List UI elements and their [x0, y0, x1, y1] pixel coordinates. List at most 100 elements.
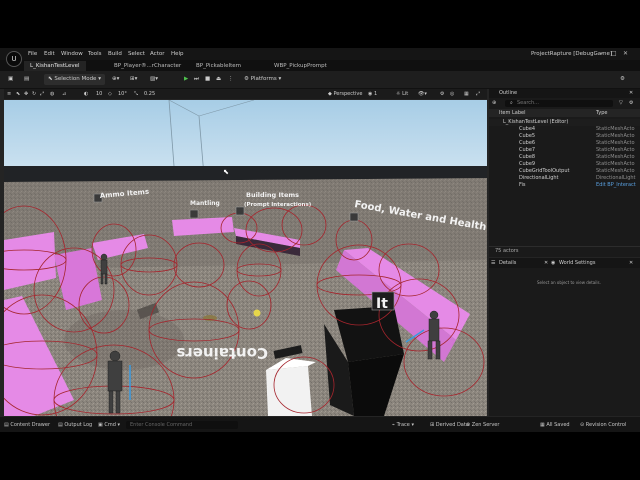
outliner-row[interactable]: Fis Edit BP_Interact [489, 182, 640, 189]
tab-world-settings[interactable]: World Settings [559, 260, 595, 266]
scale-snap-value[interactable]: 0.25 [144, 90, 155, 98]
select-tool-icon[interactable]: ⬉ [16, 90, 20, 98]
realtime-icon[interactable]: ⚙ [440, 90, 444, 98]
scale-tool-icon[interactable]: ⤢ [40, 90, 44, 98]
actor-name: Cube8 [519, 154, 536, 160]
grid-snap-icon[interactable]: ◐ [84, 90, 88, 98]
column-item-label[interactable]: Item Label [499, 110, 525, 116]
sky [4, 100, 487, 166]
save-icon[interactable]: ▣ [8, 74, 13, 85]
menu-build[interactable]: Build [108, 51, 122, 57]
root-label: L_KishanTestLevel (Editor) [503, 119, 569, 125]
content-drawer-button[interactable]: ▤ Content Drawer [4, 421, 50, 429]
outliner-row[interactable]: Cube9 StaticMeshActo [489, 161, 640, 168]
settings-icon[interactable]: ⚙ [620, 74, 625, 85]
outliner-row[interactable]: CubeGridToolOutput StaticMeshActo [489, 168, 640, 175]
eject-icon[interactable]: ⏏ [216, 74, 221, 85]
maximize-viewport-icon[interactable]: ⤢ [476, 90, 480, 98]
close-icon[interactable]: ✕ [629, 260, 633, 266]
tab-details[interactable]: Details [499, 260, 516, 266]
menu-bar: File Edit Window Tools Build Select Acto… [0, 48, 640, 60]
menu-tools[interactable]: Tools [88, 51, 102, 57]
actor-type: StaticMeshActo [596, 140, 635, 146]
add-filter-icon[interactable]: ⊕ [492, 100, 500, 107]
tab-label: WBP_PickupPrompt [274, 63, 327, 69]
tab-pickable-item[interactable]: BP_PickableItem [190, 61, 247, 71]
outliner-search-input[interactable]: ⌕ Search... [505, 100, 613, 107]
view-mode-dropdown[interactable]: ☼ Lit [396, 90, 408, 98]
level-viewport[interactable]: It Ammo Items Mantling Building Items (P… [4, 100, 487, 416]
menu-edit[interactable]: Edit [44, 51, 55, 57]
revision-control-button[interactable]: ⊝ Revision Control [580, 421, 626, 429]
menu-window[interactable]: Window [61, 51, 83, 57]
outliner-row[interactable]: Cube7 StaticMeshActo [489, 147, 640, 154]
outliner-row[interactable]: Cube6 StaticMeshActo [489, 140, 640, 147]
content-browser-icon[interactable]: ▤ [24, 74, 29, 85]
menu-file[interactable]: File [28, 51, 37, 57]
minimize-icon[interactable]: – [600, 50, 603, 57]
platforms-button[interactable]: ⚙ Platforms ▾ [244, 74, 281, 85]
settings-icon[interactable]: ⚙ [629, 100, 633, 106]
zen-server-button[interactable]: ⊛ Zen Server [466, 421, 499, 429]
actor-name: Fis [519, 182, 526, 188]
outliner-row[interactable]: Cube8 StaticMeshActo [489, 154, 640, 161]
cinematics-icon[interactable]: ▨▾ [150, 74, 158, 85]
perspective-dropdown[interactable]: ◆ Perspective [328, 90, 362, 98]
world-space-icon[interactable]: ◍ [50, 90, 54, 98]
stop-icon[interactable]: ■ [205, 74, 210, 85]
outliner-row[interactable]: DirectionalLight DirectionalLight [489, 175, 640, 182]
translate-tool-icon[interactable]: ✥ [24, 90, 28, 98]
show-flags-icon[interactable]: 👁▾ [418, 90, 427, 98]
menu-actor[interactable]: Actor [150, 51, 164, 57]
actor-type: StaticMeshActo [596, 154, 635, 160]
blueprint-icon[interactable]: ⊞▾ [130, 74, 137, 85]
save-status[interactable]: ▦ All Saved [540, 421, 570, 429]
tab-player-character[interactable]: BP_Player®...rCharacter [108, 61, 187, 71]
menu-help[interactable]: Help [171, 51, 184, 57]
surface-snap-icon[interactable]: ⊿ [62, 90, 66, 98]
world-settings-icon: ◉ [551, 260, 556, 266]
platforms-label: Platforms [250, 76, 277, 82]
platforms-icon: ⚙ [244, 76, 251, 82]
rotation-snap-value[interactable]: 10° [118, 90, 127, 98]
play-icon[interactable]: ▶ [184, 74, 188, 85]
mode-selector[interactable]: ⬉ Selection Mode ▾ [44, 74, 105, 85]
unreal-logo-icon[interactable]: U [6, 51, 22, 67]
trace-button[interactable]: ⌁ Trace ▾ [392, 421, 414, 429]
close-icon[interactable]: ✕ [544, 260, 548, 266]
maximize-icon[interactable]: □ [611, 50, 617, 57]
outliner-root-row[interactable]: L_KishanTestLevel (Editor) [489, 119, 640, 126]
grid-snap-value[interactable]: 10 [96, 90, 102, 98]
actor-type: StaticMeshActo [596, 168, 635, 174]
camera-speed[interactable]: ◉ 1 [368, 90, 377, 98]
layout-icon[interactable]: ▦ [464, 90, 469, 98]
output-log-button[interactable]: ▤ Output Log [58, 421, 92, 429]
rotate-tool-icon[interactable]: ↻ [32, 90, 36, 98]
cmd-dropdown[interactable]: ▣ Cmd ▾ [98, 421, 120, 429]
tab-label: L_KishanTestLevel [30, 63, 80, 69]
tab-pickup-prompt[interactable]: WBP_PickupPrompt [268, 61, 333, 71]
outliner-row[interactable]: Cube5 StaticMeshActo [489, 133, 640, 140]
close-icon[interactable]: ✕ [629, 90, 633, 96]
close-icon[interactable]: ✕ [623, 50, 628, 57]
zen-server-label: Zen Server [471, 422, 500, 428]
play-options-icon[interactable]: ⋮ [228, 74, 234, 85]
step-icon[interactable]: ⏭ [194, 74, 199, 85]
derived-data-button[interactable]: ⊞ Derived Data [430, 421, 469, 429]
actor-name: Cube5 [519, 133, 536, 139]
console-command-input[interactable]: Enter Console Command [126, 421, 238, 429]
scalability-icon[interactable]: ◎ [450, 90, 454, 98]
revision-control-label: Revision Control [585, 422, 627, 428]
console-placeholder: Enter Console Command [130, 422, 193, 428]
tab-level[interactable]: L_KishanTestLevel [24, 61, 86, 71]
filter-icon[interactable]: ▽ [619, 100, 623, 106]
tab-label: BP_PickableItem [196, 63, 241, 69]
quick-add-icon[interactable]: ⊕▾ [112, 74, 119, 85]
column-type[interactable]: Type [596, 110, 607, 116]
viewport-menu-icon[interactable]: ≡ [7, 90, 11, 98]
outliner-row[interactable]: Cube4 StaticMeshActo [489, 126, 640, 133]
menu-select[interactable]: Select [128, 51, 145, 57]
scale-snap-icon[interactable]: ⤡ [134, 90, 138, 98]
rotation-snap-icon[interactable]: ◇ [108, 90, 112, 98]
actor-type-link[interactable]: Edit BP_Interact [596, 182, 636, 189]
